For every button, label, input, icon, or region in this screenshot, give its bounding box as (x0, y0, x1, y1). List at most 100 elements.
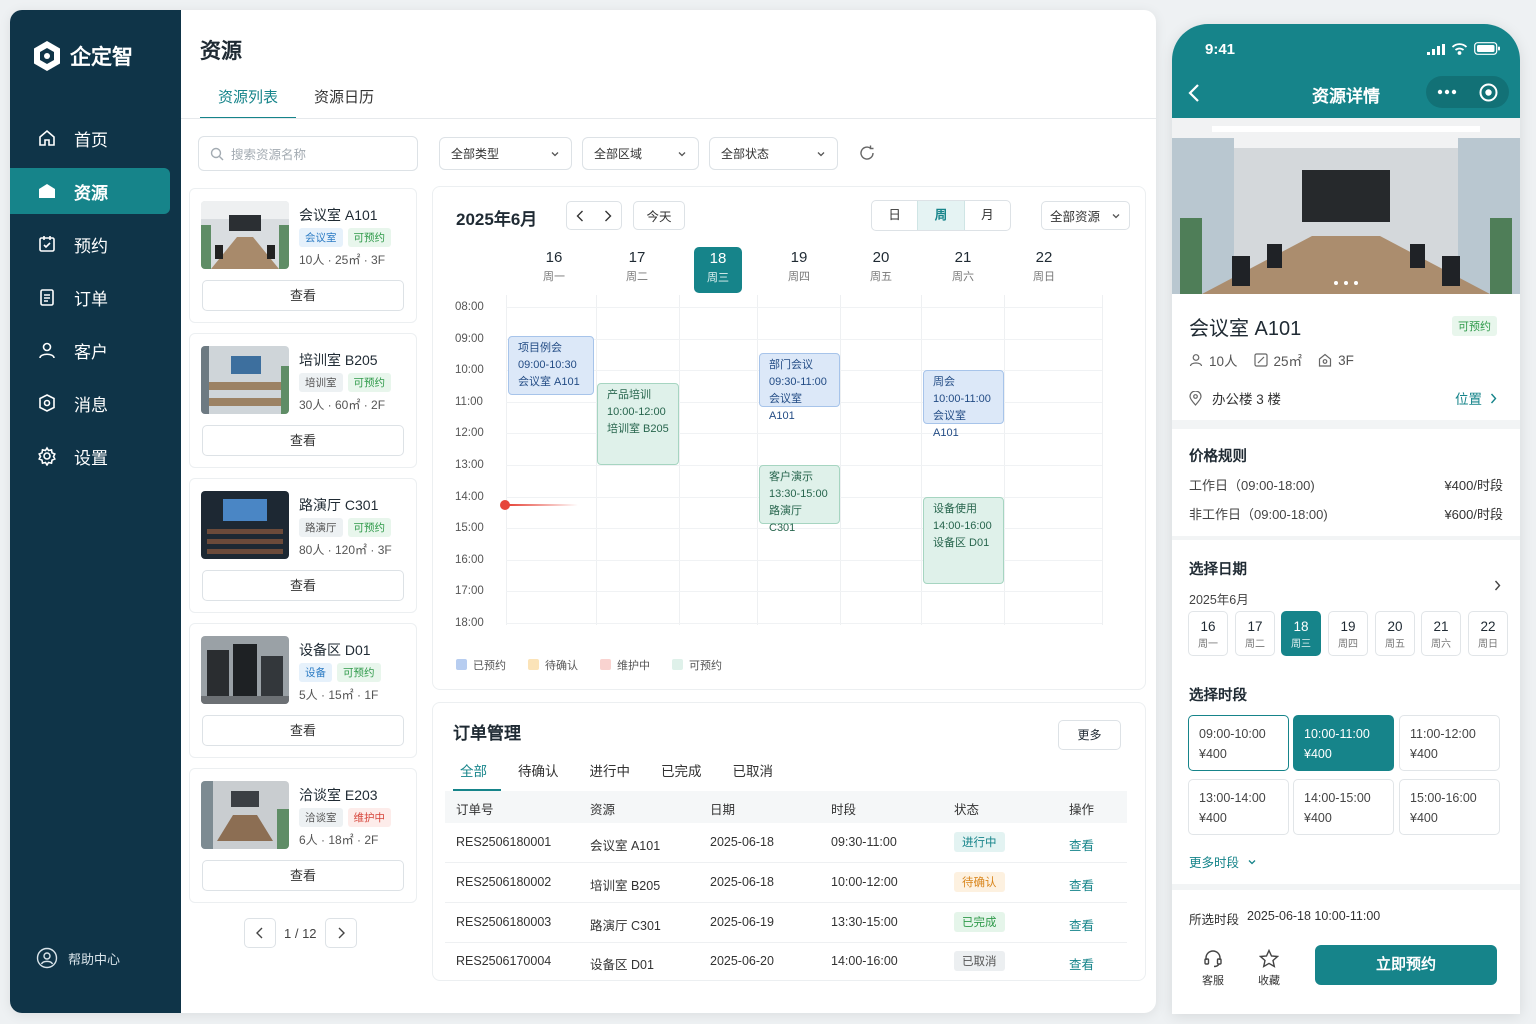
book-now-button[interactable]: 立即预约 (1315, 945, 1497, 985)
hour-label: 16:00 (455, 554, 484, 566)
status-select[interactable]: 全部状态 (709, 137, 838, 170)
time-slot[interactable]: 09:00-10:00 ¥400 (1188, 715, 1289, 771)
date-option[interactable]: 22 周日 (1468, 611, 1508, 656)
view-resource-button[interactable]: 查看 (202, 570, 404, 601)
time-slot[interactable]: 11:00-12:00 ¥400 (1399, 715, 1500, 771)
calendar-day-header[interactable]: 20 周五 (857, 249, 905, 284)
date-option-selected[interactable]: 18 周三 (1281, 611, 1321, 656)
tab-resource-list[interactable]: 资源列表 (200, 86, 297, 119)
location-link[interactable]: 位置 (1455, 388, 1497, 408)
booking-bottom-bar: 所选时段 2025-06-18 10:00-11:00 客服 收藏 立即预约 (1172, 890, 1520, 1014)
date-option[interactable]: 20 周五 (1375, 611, 1415, 656)
time-slot[interactable]: 13:00-14:00 ¥400 (1188, 779, 1289, 835)
resource-filter-select[interactable]: 全部资源 (1041, 201, 1130, 230)
view-order-link[interactable]: 查看 (1069, 835, 1094, 854)
date-option[interactable]: 17 周二 (1235, 611, 1275, 656)
view-month-button[interactable]: 月 (965, 201, 1010, 230)
resource-status-tag: 可预约 (347, 518, 391, 537)
prev-week-button[interactable] (567, 210, 594, 222)
view-week-button[interactable]: 周 (917, 201, 965, 230)
calendar-event[interactable]: 部门会议 09:30-11:00 会议室 A101 (759, 353, 840, 422)
area-select[interactable]: 全部区域 (582, 137, 699, 170)
time-slot[interactable]: 15:00-16:00 ¥400 (1399, 779, 1500, 835)
close-target-icon[interactable] (1479, 83, 1498, 102)
view-order-link[interactable]: 查看 (1069, 954, 1094, 973)
calendar-event[interactable]: 项目例会 09:00-10:30 会议室 A101 (508, 336, 594, 395)
order-resource: 设备区 D01 (590, 958, 654, 972)
sidebar-item-home[interactable]: 首页 (10, 115, 170, 161)
refresh-button[interactable] (858, 144, 876, 162)
next-week-button[interactable] (594, 210, 621, 222)
sidebar-item-resource[interactable]: 资源 (10, 168, 170, 214)
more-dots-icon[interactable] (1437, 89, 1457, 95)
calendar-day-header[interactable]: 19 周四 (775, 249, 823, 284)
legend-label: 可预约 (689, 660, 722, 672)
calendar-event[interactable]: 设备使用 14:00-16:00 设备区 D01 (923, 497, 1004, 584)
tab-divider (181, 118, 1156, 119)
order-tab-completed[interactable]: 已完成 (654, 760, 716, 791)
time-slot-selected[interactable]: 10:00-11:00 ¥400 (1293, 715, 1394, 771)
more-slots-link[interactable]: 更多时段 (1189, 852, 1257, 871)
help-center-link[interactable]: 帮助中心 (36, 947, 120, 969)
calendar-day-header-today[interactable]: 18 周三 (694, 247, 742, 293)
grid-line (506, 560, 1102, 561)
order-tab-ongoing[interactable]: 进行中 (583, 760, 645, 791)
resource-card[interactable]: 设备区 D01 设备 可预约 5人 · 15㎡ · 1F 查看 (189, 623, 417, 758)
date-option[interactable]: 19 周四 (1328, 611, 1368, 656)
prev-page-button[interactable] (244, 918, 276, 948)
view-order-link[interactable]: 查看 (1069, 915, 1094, 934)
chevron-right-icon[interactable] (1494, 580, 1501, 591)
view-order-link[interactable]: 查看 (1069, 875, 1094, 894)
time-slot[interactable]: 14:00-15:00 ¥400 (1293, 779, 1394, 835)
type-select[interactable]: 全部类型 (439, 137, 572, 170)
sidebar-item-orders[interactable]: 订单 (10, 274, 170, 320)
calendar-legend: 已预约 待确认 维护中 可预约 (456, 657, 722, 673)
chevron-down-icon (1248, 859, 1256, 864)
sidebar-item-booking[interactable]: 预约 (10, 221, 170, 267)
column-header: 订单号 (456, 803, 494, 817)
view-resource-button[interactable]: 查看 (202, 860, 404, 891)
sidebar-item-label: 消息 (74, 395, 108, 415)
resource-card[interactable]: 培训室 B205 培训室 可预约 30人 · 60㎡ · 2F 查看 (189, 333, 417, 468)
area: 25㎡ (1273, 354, 1303, 369)
view-resource-button[interactable]: 查看 (202, 280, 404, 311)
view-resource-button[interactable]: 查看 (202, 715, 404, 746)
today-button[interactable]: 今天 (633, 201, 685, 230)
chevron-down-icon (551, 151, 559, 156)
calendar-event[interactable]: 客户演示 13:30-15:00 路演厅 C301 (759, 465, 840, 534)
resource-card[interactable]: 洽谈室 E203 洽谈室 维护中 6人 · 18㎡ · 2F 查看 (189, 768, 417, 903)
calendar-day-header[interactable]: 17 周二 (613, 249, 661, 284)
status-select-value: 全部状态 (721, 147, 770, 161)
calendar-day-header[interactable]: 16 周一 (530, 249, 578, 284)
calendar-event[interactable]: 产品培训 10:00-12:00 培训室 B205 (597, 383, 679, 465)
tab-resource-calendar[interactable]: 资源日历 (296, 86, 392, 119)
order-tab-cancelled[interactable]: 已取消 (726, 760, 788, 791)
resource-filter-value: 全部资源 (1050, 210, 1101, 224)
logo[interactable]: 企定智 (32, 40, 133, 72)
calendar-day-header[interactable]: 22 周日 (1020, 249, 1068, 284)
favorite-button[interactable]: 收藏 (1256, 949, 1282, 988)
hour-label: 08:00 (455, 301, 484, 313)
sidebar-item-settings[interactable]: 设置 (10, 433, 170, 479)
customer-service-button[interactable]: 客服 (1200, 949, 1226, 988)
order-date: 2025-06-18 (710, 875, 774, 889)
sidebar-item-customers[interactable]: 客户 (10, 327, 170, 373)
search-input[interactable]: 搜索资源名称 (198, 136, 418, 171)
resource-card[interactable]: 会议室 A101 会议室 可预约 10人 · 25㎡ · 3F 查看 (189, 188, 417, 323)
view-resource-button[interactable]: 查看 (202, 425, 404, 456)
view-day-button[interactable]: 日 (872, 201, 917, 230)
sidebar-item-messages[interactable]: 消息 (10, 380, 170, 426)
resource-thumbnail (201, 781, 289, 849)
date-option[interactable]: 16 周一 (1188, 611, 1228, 656)
calendar-event[interactable]: 周会 10:00-11:00 会议室 A101 (923, 370, 1004, 439)
date-option[interactable]: 21 周六 (1421, 611, 1461, 656)
calendar-day-header[interactable]: 21 周六 (939, 249, 987, 284)
more-orders-button[interactable]: 更多 (1058, 720, 1121, 750)
order-tab-all[interactable]: 全部 (453, 760, 501, 791)
order-tab-pending[interactable]: 待确认 (511, 760, 573, 791)
selected-slot-row: 所选时段 2025-06-18 10:00-11:00 (1189, 909, 1380, 928)
next-page-button[interactable] (324, 918, 357, 948)
resource-card[interactable]: 路演厅 C301 路演厅 可预约 80人 · 120㎡ · 3F 查看 (189, 478, 417, 613)
order-date: 2025-06-20 (710, 954, 774, 968)
slot-time: 14:00-15:00 (1304, 791, 1371, 805)
